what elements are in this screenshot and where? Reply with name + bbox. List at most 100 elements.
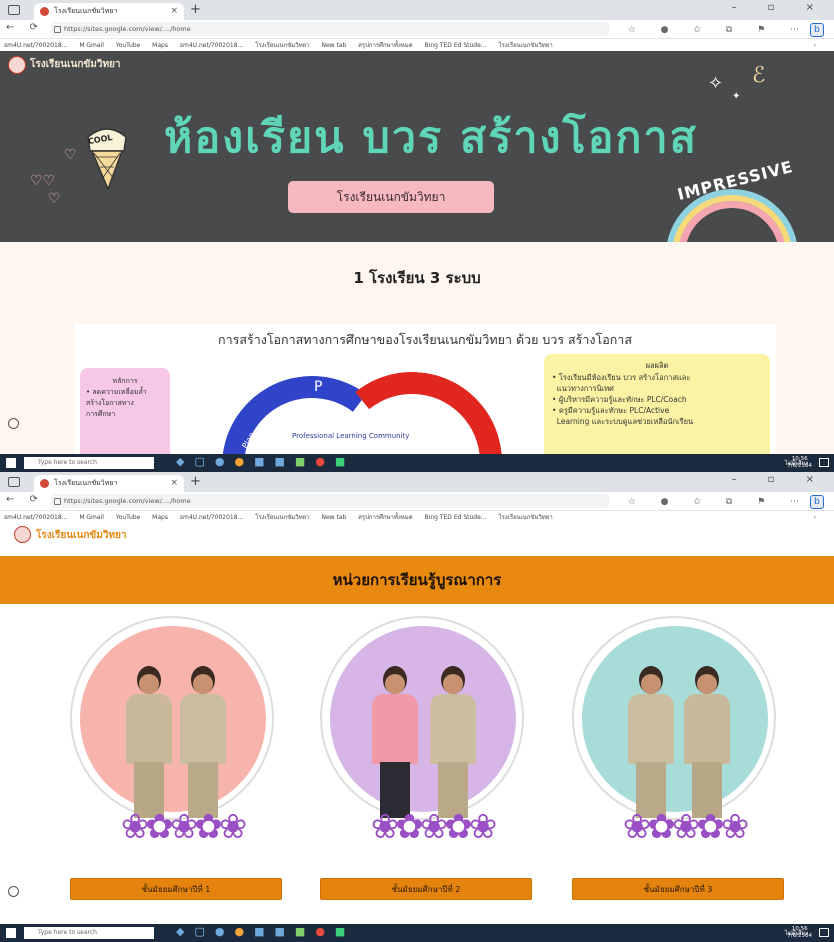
grade-cards: ❀✿❀✿❀ ชั้นมัธยมศึกษาปีที่ 1 ❀✿❀✿❀ ชั้นมั… xyxy=(0,616,834,906)
teacher-photo xyxy=(684,666,730,818)
url-text: https://sites.google.com/view/..../home xyxy=(64,25,191,33)
taskbar-search[interactable]: Type here to search xyxy=(24,457,154,469)
taskbar-search[interactable]: Type here to search xyxy=(24,927,154,939)
nav-buttons[interactable]: ← ⟳ xyxy=(6,22,44,33)
bookmark-item[interactable]: sm4U.net/7002018... xyxy=(4,514,67,521)
bookmark-item[interactable]: New tab xyxy=(321,514,346,521)
clock[interactable]: 10:56 7/6/2564 xyxy=(787,456,812,470)
principle-item: สร้างโอกาสทาง xyxy=(86,399,134,407)
profile-icon[interactable]: b xyxy=(810,23,824,37)
browser-tab[interactable]: โรงเรียนเนกขัมวิทยา × xyxy=(34,475,184,492)
school-logo[interactable] xyxy=(14,526,31,543)
bookmark-item[interactable]: YouTube xyxy=(116,514,140,521)
heart-doodle: ♡♡ xyxy=(30,173,56,189)
output-heading: ผลผลิต xyxy=(645,361,669,370)
principle-heading: หลักการ xyxy=(112,377,138,385)
school-name[interactable]: โรงเรียนเนกขัมวิทยา xyxy=(30,57,121,72)
bookmark-item[interactable]: Maps xyxy=(152,514,168,521)
cycle-label-p: P xyxy=(314,379,323,395)
favicon-icon xyxy=(40,7,49,16)
bookmark-item[interactable]: โรงเรียนเนกขัมวิทยา xyxy=(498,514,552,521)
clock-date: 7/6/2564 xyxy=(787,463,812,469)
output-item: • ผู้บริหารมีความรู้และทักษะ PLC/Coach xyxy=(552,395,687,404)
scroll-indicator-icon[interactable] xyxy=(8,886,19,897)
bookmark-item[interactable]: YouTube xyxy=(116,42,140,49)
bookmark-item[interactable]: sm4U.net/7002018... xyxy=(4,42,67,49)
scroll-indicator-icon[interactable] xyxy=(8,418,19,429)
new-tab-button[interactable]: + xyxy=(190,474,201,489)
site-header: โรงเรียนเนกขัมวิทยา xyxy=(0,523,834,545)
lock-icon xyxy=(54,26,61,33)
grade-card: ❀✿❀✿❀ ชั้นมัธยมศึกษาปีที่ 3 xyxy=(564,616,804,906)
notification-icon[interactable] xyxy=(819,458,829,467)
window-menu-icon[interactable] xyxy=(8,5,20,15)
taskbar-apps[interactable]: ◆▢●●■■■●■ xyxy=(176,925,355,938)
tab-strip: โรงเรียนเนกขัมวิทยา × + – ▫ × xyxy=(0,0,834,20)
bookmark-item[interactable]: สรุปการศึกษาทั้งหมด xyxy=(358,42,412,49)
grade-2-button[interactable]: ชั้นมัธยมศึกษาปีที่ 2 xyxy=(320,878,532,900)
tab-title: โรงเรียนเนกขัมวิทยา xyxy=(54,7,118,15)
browser-tab[interactable]: โรงเรียนเนกขัมวิทยา × xyxy=(34,3,184,20)
lock-icon xyxy=(54,498,61,505)
section-heading: 1 โรงเรียน 3 ระบบ xyxy=(353,269,481,287)
teacher-photo xyxy=(126,666,172,818)
windows-start-icon[interactable] xyxy=(6,458,16,468)
bookmark-item[interactable]: โรงเรียนเนกขัมวิทยา xyxy=(255,514,309,521)
bookmark-item[interactable]: โรงเรียนเนกขัมวิทยา xyxy=(255,42,309,49)
bookmark-item[interactable]: สรุปการศึกษาทั้งหมด xyxy=(358,514,412,521)
output-item: • โรงเรียนมีห้องเรียน บวร สร้างโอกาสและ xyxy=(552,373,691,382)
url-field[interactable]: https://sites.google.com/view/..../home xyxy=(50,22,610,36)
bookmark-item[interactable]: M Gmail xyxy=(79,514,104,521)
grade-card: ❀✿❀✿❀ ชั้นมัธยมศึกษาปีที่ 2 xyxy=(312,616,552,906)
window-controls[interactable]: – ▫ × xyxy=(731,2,828,13)
cycle-arc-red xyxy=(313,363,511,454)
window-controls[interactable]: – ▫ × xyxy=(731,474,828,485)
screenshot-bottom: โรงเรียนเนกขัมวิทยา × + – ▫ × ← ⟳ https:… xyxy=(0,472,834,942)
strategy-diagram[interactable]: การสร้างโอกาสทางการศึกษาของโรงเรียนเนกขั… xyxy=(74,324,776,454)
close-tab-icon[interactable]: × xyxy=(170,3,178,20)
taskbar: Type here to search ◆▢●●■■■●■ ไม่มีเสียง… xyxy=(0,454,834,472)
tab-title: โรงเรียนเนกขัมวิทยา xyxy=(54,479,118,487)
favicon-icon xyxy=(40,479,49,488)
close-tab-icon[interactable]: × xyxy=(170,475,178,492)
grade-1-button[interactable]: ชั้นมัธยมศึกษาปีที่ 1 xyxy=(70,878,282,900)
hero-title: ห้องเรียน บวร สร้างโอกาส xyxy=(164,113,698,163)
output-item: แนวทางการนิเทศ xyxy=(556,384,614,393)
bookmark-item[interactable]: M Gmail xyxy=(79,42,104,49)
windows-start-icon[interactable] xyxy=(6,928,16,938)
bookmark-item[interactable]: sm4U.net/7002018... xyxy=(180,514,243,521)
bookmark-item[interactable]: Bing TED Ed Stude... xyxy=(425,42,487,49)
clock-time: 10:56 xyxy=(791,456,808,462)
address-bar-row: ← ⟳ https://sites.google.com/view/..../h… xyxy=(0,492,834,511)
nav-buttons[interactable]: ← ⟳ xyxy=(6,494,44,505)
school-logo[interactable] xyxy=(8,56,26,74)
notification-icon[interactable] xyxy=(819,928,829,937)
teacher-photo xyxy=(628,666,674,818)
bookmark-item[interactable]: New tab xyxy=(321,42,346,49)
section-banner: หน่วยการเรียนรู้บูรณาการ xyxy=(0,556,834,604)
heart-doodle: ♡ xyxy=(64,147,77,163)
bookmark-item[interactable]: Bing TED Ed Stude... xyxy=(425,514,487,521)
heart-doodle: ♡ xyxy=(48,191,61,207)
bookmark-item[interactable]: sm4U.net/7002018... xyxy=(180,42,243,49)
ring-background xyxy=(330,626,516,812)
toolbar-icons[interactable]: ☆ ● ✩ ⧉ ⚑ ⋯ b xyxy=(628,23,824,37)
bookmark-item[interactable]: โรงเรียนเนกขัมวิทยา xyxy=(498,42,552,49)
clock[interactable]: 10:56 7/6/2564 xyxy=(787,926,812,940)
site-name[interactable]: โรงเรียนเนกขัมวิทยา xyxy=(36,528,127,543)
output-item: Learning และระบบดูแลช่วยเหลือนักเรียน xyxy=(556,417,694,426)
screenshot-top: โรงเรียนเนกขัมวิทยา × + – ▫ × ← ⟳ https:… xyxy=(0,0,834,472)
url-field[interactable]: https://sites.google.com/view/..../home xyxy=(50,494,610,508)
hero-subtitle: โรงเรียนเนกขัมวิทยา xyxy=(288,181,494,213)
window-menu-icon[interactable] xyxy=(8,477,20,487)
grade-3-button[interactable]: ชั้นมัธยมศึกษาปีที่ 3 xyxy=(572,878,784,900)
toolbar-icons[interactable]: ☆ ● ✩ ⧉ ⚑ ⋯ b xyxy=(628,495,824,509)
profile-icon[interactable]: b xyxy=(810,495,824,509)
output-box: ผลผลิต • โรงเรียนมีห้องเรียน บวร สร้างโอ… xyxy=(544,354,770,454)
bookmark-item[interactable]: Maps xyxy=(152,42,168,49)
new-tab-button[interactable]: + xyxy=(190,2,201,17)
taskbar-apps[interactable]: ◆▢●●■■■●■ xyxy=(176,455,355,468)
clock-date: 7/6/2564 xyxy=(787,933,812,939)
flower-decoration: ❀✿❀✿❀ xyxy=(370,807,497,847)
ring-background xyxy=(582,626,768,812)
